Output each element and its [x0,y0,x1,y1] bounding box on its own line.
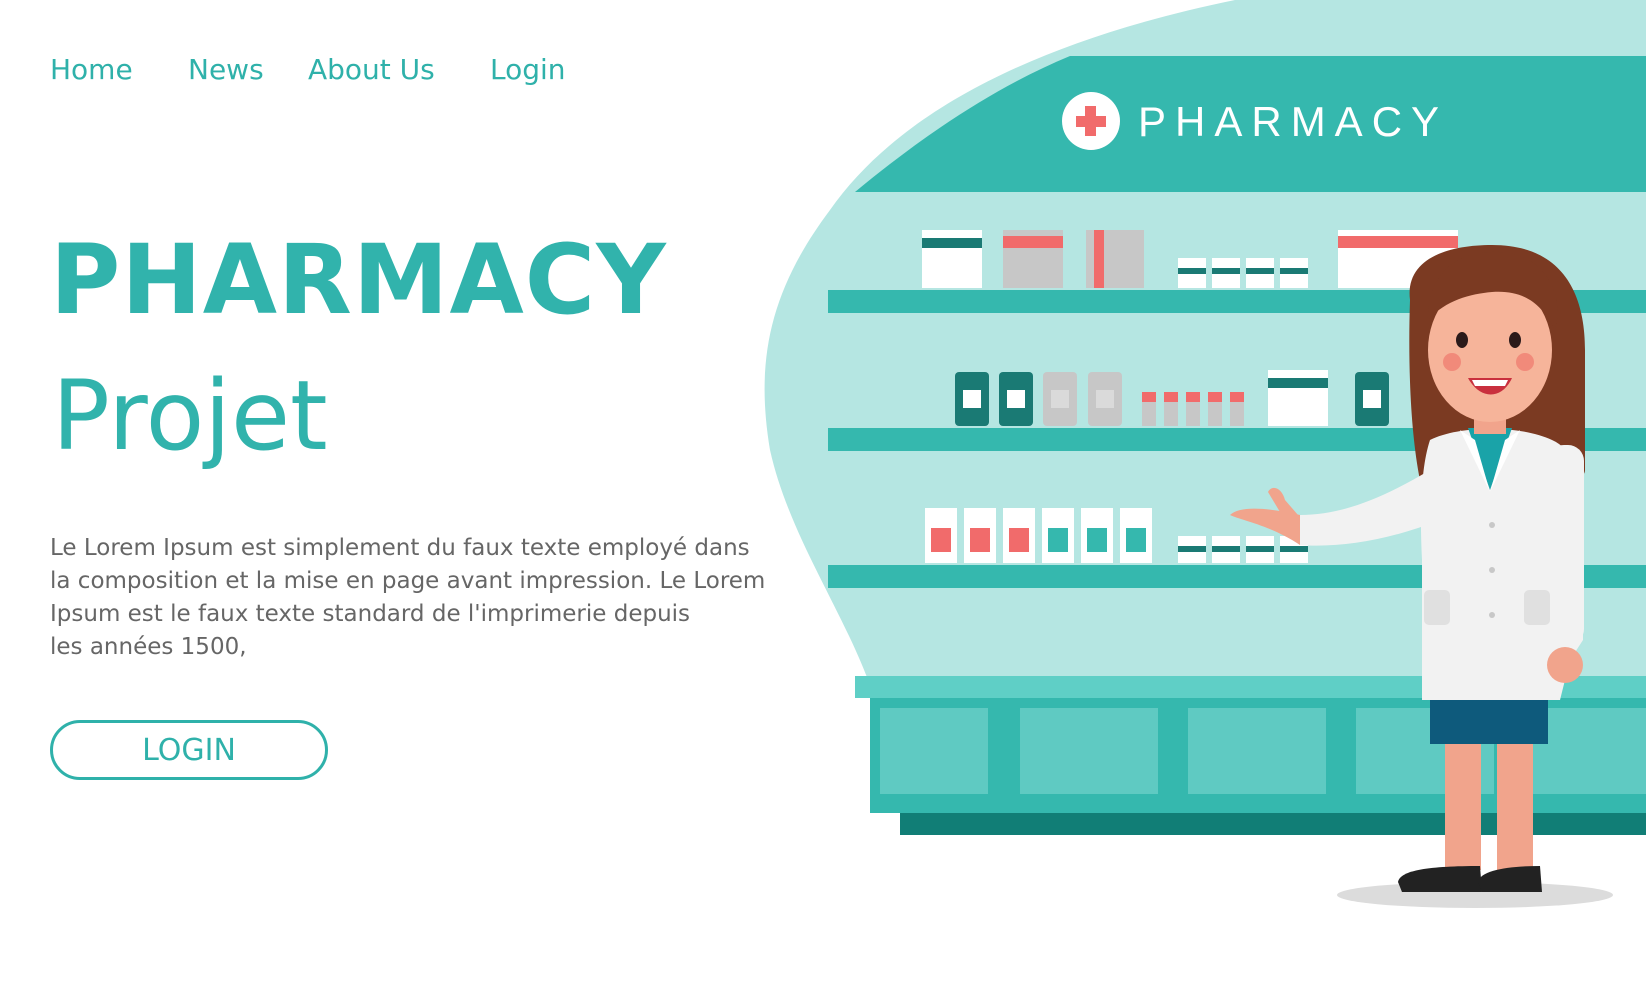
hero-title: PHARMACY [50,224,667,336]
landing-page: PHARMACY Home News About Us Login PHARMA… [0,0,1646,1005]
nav-link-home[interactable]: Home [50,50,133,90]
sign-text: PHARMACY [1138,98,1448,145]
nav-link-login[interactable]: Login [490,50,566,90]
hero-description: Le Lorem Ipsum est simplement du faux te… [50,535,766,660]
pharmacy-illustration: PHARMACY [764,0,1646,908]
nav-link-about-us[interactable]: About Us [308,50,435,90]
hero-subtitle: Projet [52,360,328,472]
login-button[interactable]: LOGIN [50,720,328,780]
counter-base [900,813,1646,835]
nav-link-news[interactable]: News [188,50,264,90]
